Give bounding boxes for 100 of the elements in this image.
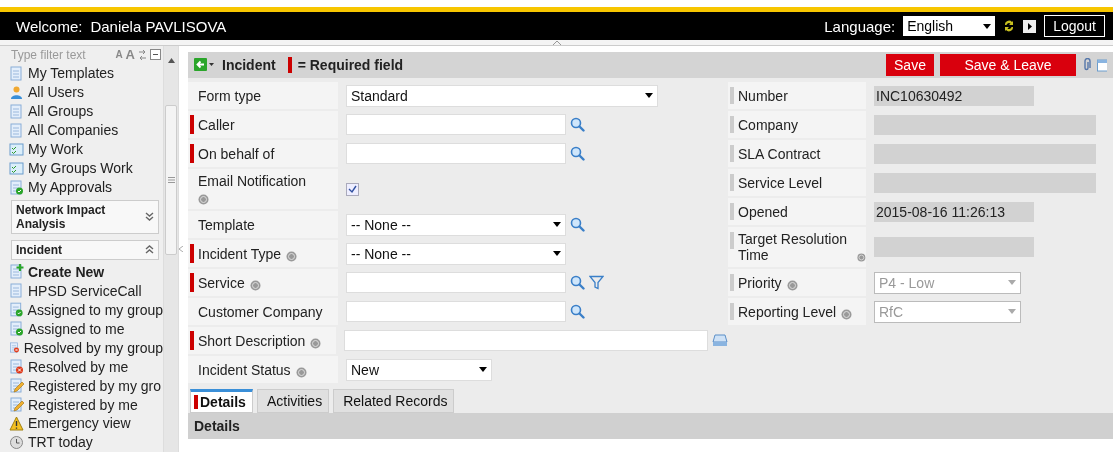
document-icon (9, 122, 24, 138)
field-label: Template (198, 216, 255, 233)
nav-item[interactable]: Registered by my gro (9, 376, 163, 396)
help-icon[interactable] (786, 279, 798, 291)
search-icon[interactable] (570, 117, 585, 132)
field-label: Opened (738, 203, 788, 220)
welcome-label: Welcome: (16, 17, 83, 35)
caret-icon (1008, 309, 1016, 314)
caret-icon (983, 23, 992, 29)
scroll-up-icon[interactable] (167, 58, 175, 63)
section-header[interactable]: Network Impact Analysis (11, 199, 159, 234)
input-field[interactable] (346, 114, 566, 135)
nav-item[interactable]: HPSD ServiceCall (9, 281, 163, 301)
select-field[interactable]: -- None -- (346, 242, 566, 265)
readonly-field: 2015-08-16 11:26:13 (874, 201, 1034, 222)
select-field[interactable]: Standard (346, 84, 658, 107)
nav-item[interactable]: Assigned to my group (9, 300, 163, 320)
section-title: Details (188, 413, 1113, 439)
clock-icon (9, 434, 24, 450)
logout-button[interactable]: Logout (1044, 15, 1105, 37)
document-check-icon (9, 302, 24, 318)
document-plus-icon (9, 264, 24, 280)
help-icon[interactable] (198, 194, 209, 205)
help-icon[interactable] (310, 337, 322, 349)
paperclip-icon[interactable] (1082, 58, 1091, 72)
sync-icon[interactable] (138, 48, 147, 61)
document-icon (9, 103, 24, 119)
field-label: Form type (198, 87, 261, 104)
help-icon[interactable] (841, 308, 853, 320)
document-pencil-icon (9, 378, 24, 394)
search-icon[interactable] (570, 146, 585, 161)
nav-item[interactable]: My Work (9, 139, 163, 159)
calendar-icon[interactable] (1097, 58, 1107, 72)
checklist-icon (9, 141, 24, 157)
nav-item[interactable]: Emergency view (9, 414, 163, 433)
document-error-icon (9, 340, 20, 356)
collapse-icon[interactable] (552, 40, 561, 45)
search-icon[interactable] (570, 275, 585, 290)
field-label: Service (198, 274, 245, 291)
help-icon[interactable] (286, 250, 298, 262)
field-label: Short Description (198, 332, 306, 349)
field-label: Company (738, 116, 798, 133)
nav-item[interactable]: Registered by me (9, 395, 163, 414)
nav-item[interactable]: All Users (9, 82, 163, 102)
tab[interactable]: Related Records (333, 389, 455, 413)
select-field[interactable]: New (346, 358, 492, 381)
tab[interactable]: Details (190, 389, 253, 413)
help-icon[interactable] (295, 366, 307, 378)
filter-field[interactable]: Type filter text (9, 47, 113, 62)
caret-icon (553, 222, 561, 227)
refresh-icon[interactable] (1003, 19, 1016, 33)
nav-item[interactable]: All Companies (9, 120, 163, 140)
user-name: Daniela PAVLISOVA (90, 17, 227, 35)
help-icon[interactable] (857, 252, 866, 263)
section-header[interactable]: Incident (11, 239, 159, 260)
save-button[interactable]: Save (886, 54, 934, 76)
nav-item[interactable]: Create New (9, 262, 163, 282)
input-field[interactable] (346, 272, 566, 293)
input-field[interactable] (346, 143, 566, 164)
select-field: RfC (874, 300, 1021, 323)
readonly-field: INC10630492 (874, 85, 1034, 106)
nav-item[interactable]: Resolved by me (9, 357, 163, 377)
language-select[interactable]: English (903, 16, 996, 36)
required-legend: = Required field (297, 57, 404, 73)
select-field: P4 - Low (874, 271, 1021, 294)
checklist-icon (9, 160, 24, 176)
required-marker (287, 57, 292, 73)
filter-icon[interactable] (589, 275, 604, 290)
nav-item[interactable]: My Templates (9, 63, 163, 83)
tab[interactable]: Activities (256, 389, 330, 413)
select-field[interactable]: -- None -- (346, 213, 566, 236)
save-leave-button[interactable]: Save & Leave (940, 54, 1076, 76)
nav-item[interactable]: Resolved by my group (9, 338, 163, 358)
play-icon[interactable] (1023, 19, 1037, 33)
scrollbar-thumb[interactable] (165, 105, 177, 255)
field-label: Priority (738, 274, 782, 291)
search-icon[interactable] (570, 304, 585, 319)
input-field[interactable] (344, 330, 708, 351)
nav-item[interactable]: TRT today (9, 432, 163, 452)
document-check-icon (9, 321, 24, 337)
nav-item[interactable]: My Groups Work (9, 158, 163, 178)
document-icon (9, 65, 24, 81)
splitter-handle-icon[interactable] (179, 246, 183, 252)
document-pencil-icon (9, 397, 24, 413)
field-label: Number (738, 87, 788, 104)
nav-item[interactable]: All Groups (9, 101, 163, 121)
nav-item[interactable]: Assigned to me (9, 319, 163, 339)
search-icon[interactable] (570, 217, 585, 232)
caret-icon (479, 367, 487, 372)
form-title: Incident (222, 57, 276, 73)
input-field[interactable] (346, 301, 566, 322)
expand-text-icon[interactable] (712, 334, 728, 347)
collapse-all-icon[interactable] (150, 49, 161, 61)
language-label: Language: (824, 17, 896, 35)
checkbox[interactable] (346, 182, 359, 196)
help-icon[interactable] (249, 279, 261, 291)
nav-item[interactable]: My Approvals (9, 177, 163, 197)
document-icon (9, 283, 24, 299)
back-icon[interactable] (194, 58, 216, 72)
field-label: Service Level (738, 174, 823, 191)
